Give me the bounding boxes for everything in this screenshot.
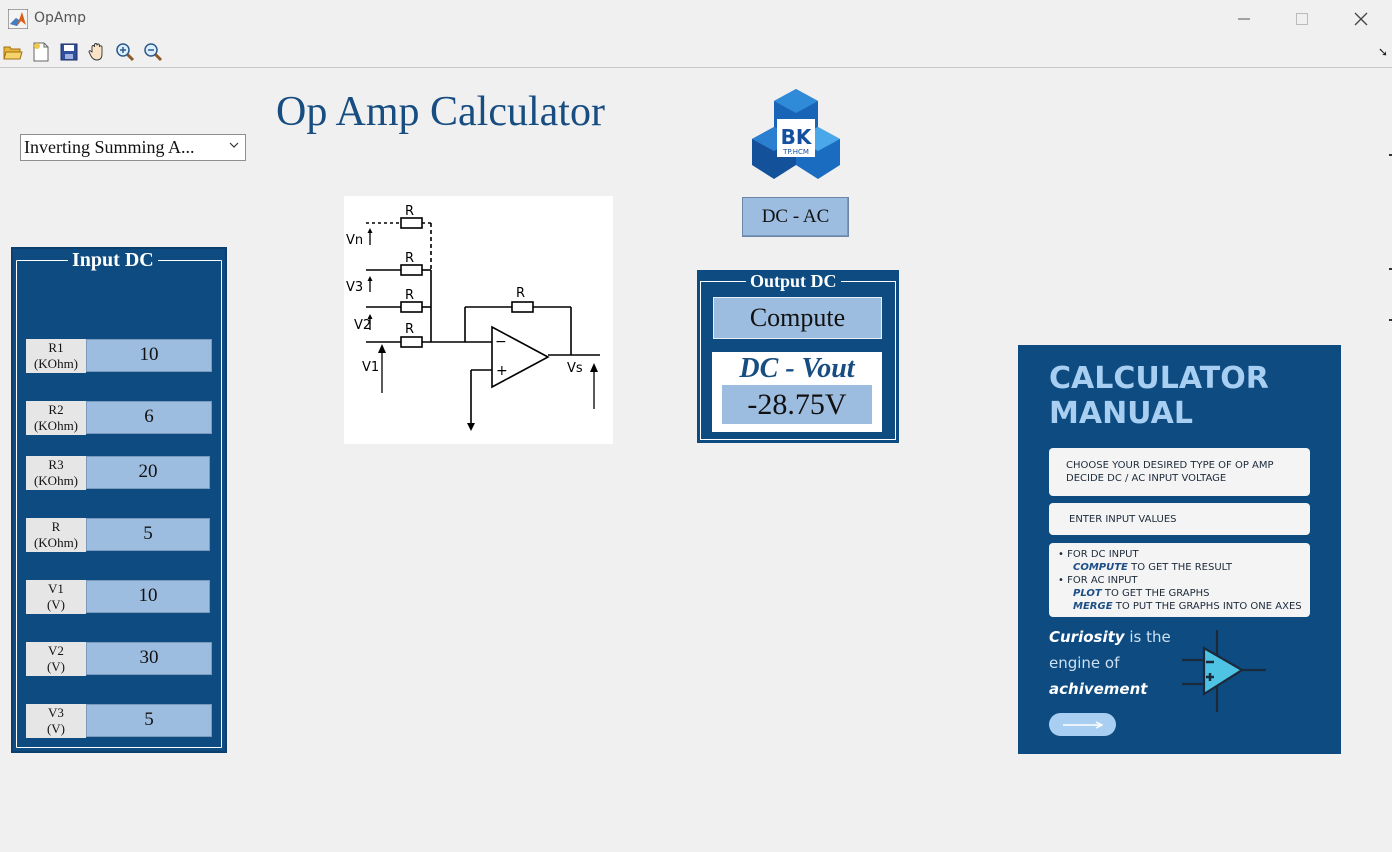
- arrow-right-icon: [1062, 720, 1103, 729]
- input-label: R2 (KOhm): [26, 401, 86, 435]
- output-dc-panel: Output DC Compute DC - Vout -28.75V: [697, 270, 899, 443]
- resistor-label: R: [405, 204, 414, 219]
- input-row-v3: V3 (V) 5: [26, 704, 212, 738]
- zoom-out-icon: [144, 43, 163, 62]
- window-title: OpAmp: [34, 10, 87, 26]
- minimize-button[interactable]: [1215, 0, 1273, 37]
- next-arrow-button[interactable]: [1049, 713, 1116, 736]
- close-button[interactable]: [1332, 0, 1390, 37]
- title-bar: OpAmp: [0, 0, 1392, 37]
- dc-ac-toggle-button[interactable]: DC - AC: [742, 197, 849, 237]
- input-row-v2: V2 (V) 30: [26, 642, 212, 676]
- r2-input[interactable]: 6: [86, 401, 212, 434]
- input-panel-legend: Input DC: [68, 249, 158, 271]
- logo-text: BK: [781, 125, 813, 149]
- matlab-app-icon: [8, 9, 28, 29]
- vn-label: Vn: [346, 233, 363, 248]
- plus-sign: +: [496, 363, 508, 379]
- input-label: R1 (KOhm): [26, 339, 86, 373]
- save-button[interactable]: [58, 41, 80, 63]
- inverting-summing-amplifier-diagram: R R R R R Vn V3 V2 V1 Vs − +: [344, 196, 613, 444]
- open-folder-icon: [3, 46, 23, 60]
- input-row-r1: R1 (KOhm) 10: [26, 339, 212, 373]
- save-icon: [60, 43, 78, 61]
- result-box: DC - Vout -28.75V: [712, 352, 882, 432]
- page-title: Op Amp Calculator: [276, 89, 605, 135]
- v3-label: V3: [346, 280, 363, 295]
- pan-button[interactable]: [86, 41, 108, 63]
- r1-input[interactable]: 10: [86, 339, 212, 372]
- zoom-in-button[interactable]: [114, 41, 136, 63]
- compute-button[interactable]: Compute: [713, 297, 882, 339]
- manual-title: CALCULATOR MANUAL: [1049, 361, 1269, 431]
- input-row-r: R (KOhm) 5: [26, 518, 210, 552]
- opamp-type-dropdown[interactable]: Inverting Summing A...: [20, 134, 246, 161]
- input-label: V1 (V): [26, 580, 86, 614]
- chevron-down-icon: [229, 142, 239, 148]
- manual-step-3: • FOR DC INPUT COMPUTE TO GET THE RESULT…: [1049, 543, 1310, 617]
- new-file-icon: [33, 42, 49, 62]
- input-dc-panel: Input DC R1 (KOhm) 10 R2 (KOhm) 6 R3 (KOhm)…: [11, 247, 227, 753]
- pan-hand-icon: [88, 43, 103, 61]
- input-row-r3: R3 (KOhm) 20: [26, 456, 210, 490]
- input-label: V3 (V): [26, 704, 86, 738]
- v1-input[interactable]: 10: [86, 580, 210, 613]
- opamp-symbol-icon: [1182, 630, 1266, 712]
- resistor-label: R: [405, 251, 414, 266]
- calculator-manual-panel: CALCULATOR MANUAL CHOOSE YOUR DESIRED TY…: [1018, 345, 1341, 754]
- vout-value: -28.75V: [722, 385, 872, 424]
- logo-subtext: TP.HCM: [782, 148, 809, 156]
- v2-label: V2: [354, 318, 371, 333]
- vout-title: DC - Vout: [739, 353, 855, 384]
- bk-university-logo: BK TP.HCM: [752, 89, 840, 179]
- new-button[interactable]: [30, 41, 52, 63]
- minus-sign: −: [495, 334, 507, 350]
- zoom-in-icon: [116, 43, 135, 62]
- vs-label: Vs: [567, 361, 583, 376]
- r-input[interactable]: 5: [86, 518, 210, 551]
- zoom-out-button[interactable]: [142, 41, 164, 63]
- curiosity-quote: Curiosity is the engine of achivement: [1049, 628, 1171, 698]
- dropdown-value: Inverting Summing A...: [24, 137, 195, 157]
- manual-step-2: ENTER INPUT VALUES: [1049, 503, 1310, 535]
- resistor-label: R: [405, 322, 414, 337]
- input-label: V2 (V): [26, 642, 86, 676]
- input-row-v1: V1 (V) 10: [26, 580, 210, 614]
- v2-input[interactable]: 30: [86, 642, 212, 675]
- v1-label: V1: [362, 360, 379, 375]
- v3-input[interactable]: 5: [86, 704, 212, 737]
- maximize-icon: [1296, 12, 1308, 25]
- close-icon: [1354, 12, 1368, 25]
- minimize-icon: [1238, 18, 1250, 19]
- r3-input[interactable]: 20: [86, 456, 210, 489]
- undock-arrow-icon[interactable]: ➘: [1378, 45, 1388, 59]
- input-label: R3 (KOhm): [26, 456, 86, 490]
- maximize-button[interactable]: [1273, 0, 1331, 37]
- output-panel-legend: Output DC: [746, 270, 841, 292]
- manual-step-1: CHOOSE YOUR DESIRED TYPE OF OP AMP DECID…: [1049, 448, 1310, 496]
- figure-toolbar: ➘: [0, 37, 1392, 68]
- resistor-label: R: [405, 288, 414, 303]
- input-label: R (KOhm): [26, 518, 86, 552]
- feedback-resistor-label: R: [516, 286, 525, 301]
- open-button[interactable]: [2, 41, 24, 63]
- input-row-r2: R2 (KOhm) 6: [26, 401, 212, 435]
